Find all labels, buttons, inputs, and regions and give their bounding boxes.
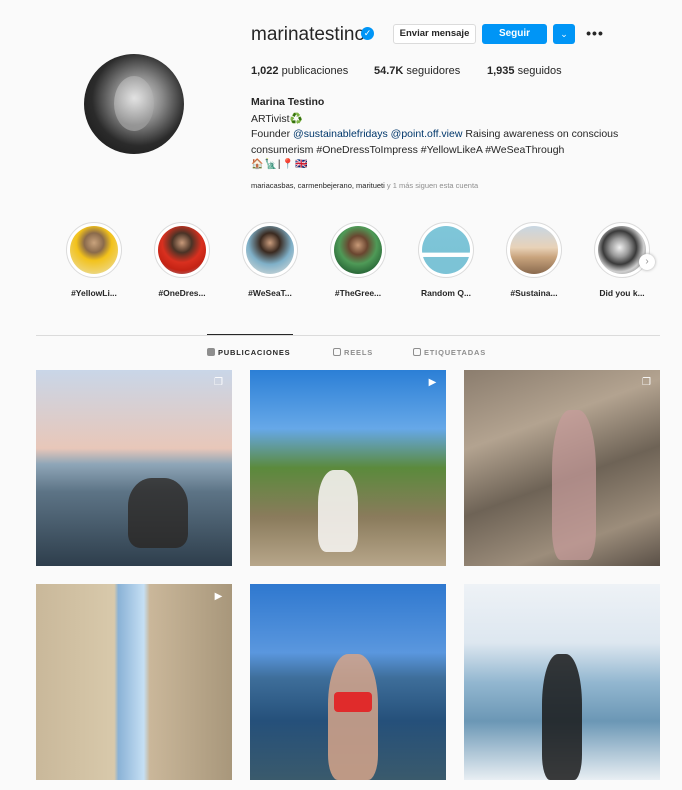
highlight-cover	[70, 226, 118, 274]
posts-stat: 1,022 publicaciones	[251, 65, 348, 77]
active-tab-indicator	[207, 334, 293, 335]
highlight-cover	[510, 226, 558, 274]
highlight-cover	[334, 226, 382, 274]
posts-label: publicaciones	[281, 65, 349, 77]
reel-icon: ▶	[214, 591, 223, 602]
chevron-down-icon: ⌄	[560, 29, 568, 39]
followed-by-names: mariacasbas, carmenbejerano, maritueti	[251, 181, 385, 190]
highlight-label: #Sustaina...	[510, 288, 558, 298]
mention-link-pointoffview[interactable]: @point.off.view	[391, 128, 463, 140]
profile-full-name: Marina Testino	[251, 96, 325, 108]
profile-avatar[interactable]	[84, 54, 184, 154]
mention-link-sustainablefridays[interactable]: @sustainablefridays	[293, 128, 388, 140]
suggested-accounts-dropdown-button[interactable]: ⌄	[553, 24, 575, 44]
verified-badge-icon: ✓	[361, 27, 374, 40]
highlight-label: #WeSeaT...	[248, 288, 292, 298]
highlight-cover	[246, 226, 294, 274]
highlight-item[interactable]: #OneDres...	[152, 222, 212, 298]
post-thumbnail[interactable]: ▶	[36, 584, 232, 780]
grid-icon	[207, 348, 215, 356]
bio-founder-text: Founder	[251, 128, 294, 140]
post-thumbnail[interactable]	[464, 584, 660, 780]
bio-line-4: 🏠🗽|📍🇬🇧	[251, 159, 309, 170]
reel-icon: ▶	[428, 377, 437, 388]
send-message-button[interactable]: Enviar mensaje	[393, 24, 476, 44]
highlight-item[interactable]: #Sustaina...	[504, 222, 564, 298]
follow-button[interactable]: Seguir	[482, 24, 547, 44]
chevron-right-icon[interactable]: ›	[639, 254, 655, 270]
bio-awareness-text: Raising awareness on conscious	[462, 128, 619, 140]
tab-posts-label: PUBLICACIONES	[218, 348, 291, 357]
post-thumbnail[interactable]	[250, 584, 446, 780]
reels-icon	[333, 348, 341, 356]
tab-tagged[interactable]: ETIQUETADAS	[413, 348, 486, 357]
carousel-icon: ❐	[214, 377, 223, 388]
highlight-label: Random Q...	[420, 288, 472, 298]
tab-reels-label: REELS	[344, 348, 374, 357]
followers-label: seguidores	[406, 65, 461, 77]
highlight-label: #OneDres...	[158, 288, 206, 298]
post-thumbnail[interactable]: ▶	[250, 370, 446, 566]
highlight-label: #TheGree...	[334, 288, 382, 298]
highlight-cover	[158, 226, 206, 274]
highlight-item[interactable]: #YellowLi...	[64, 222, 124, 298]
highlight-label: #YellowLi...	[71, 288, 117, 298]
post-thumbnail[interactable]: ❐	[464, 370, 660, 566]
highlight-cover	[598, 226, 646, 274]
highlight-item[interactable]: Random Q...	[416, 222, 476, 298]
highlight-label: Did you k...	[599, 288, 645, 298]
followed-by-text[interactable]: mariacasbas, carmenbejerano, maritueti y…	[251, 181, 478, 190]
carousel-icon: ❐	[642, 377, 651, 388]
post-thumbnail[interactable]: ❐	[36, 370, 232, 566]
tab-tagged-label: ETIQUETADAS	[424, 348, 486, 357]
following-count: 1,935	[487, 65, 515, 77]
tab-reels[interactable]: REELS	[333, 348, 373, 357]
tab-posts[interactable]: PUBLICACIONES	[207, 348, 291, 357]
followers-count: 54.7K	[374, 65, 404, 77]
profile-username: marinatestino	[251, 24, 366, 45]
highlight-item[interactable]: #TheGree...	[328, 222, 388, 298]
bio-line-3: consumerism #OneDressToImpress #YellowLi…	[251, 144, 565, 156]
followers-stat[interactable]: 54.7K seguidores	[374, 65, 460, 77]
more-options-icon[interactable]: •••	[585, 24, 605, 44]
bio-line-1: ARTivist♻️	[251, 113, 303, 125]
following-stat[interactable]: 1,935 seguidos	[487, 65, 562, 77]
tabs-divider	[36, 335, 660, 336]
following-label: seguidos	[517, 65, 562, 77]
bio-line-2: Founder @sustainablefridays @point.off.v…	[251, 128, 618, 140]
highlight-item[interactable]: #WeSeaT...	[240, 222, 300, 298]
tagged-icon	[413, 348, 421, 356]
followed-by-suffix: y 1 más siguen esta cuenta	[384, 181, 479, 190]
highlight-cover	[422, 226, 470, 274]
posts-count: 1,022	[251, 65, 279, 77]
